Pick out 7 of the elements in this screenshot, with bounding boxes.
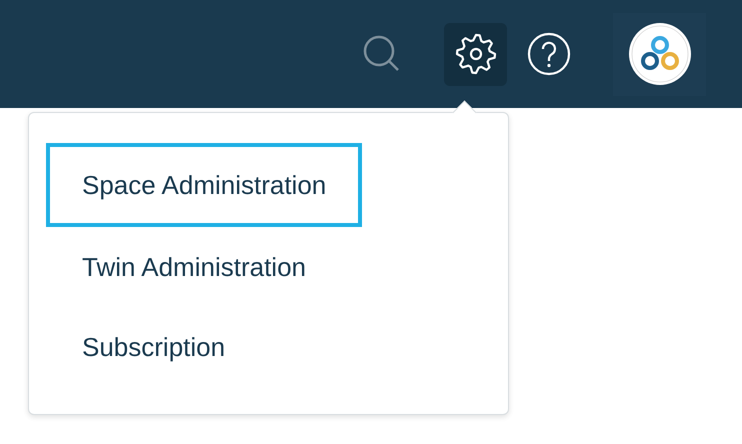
menu-item[interactable]: Space Administration — [46, 143, 362, 227]
help-icon — [527, 32, 571, 76]
settings-button[interactable] — [444, 22, 507, 86]
logo-icon — [628, 22, 692, 86]
menu-item[interactable]: Twin Administration — [46, 227, 342, 307]
menu-item[interactable]: Subscription — [46, 307, 262, 387]
profile-button[interactable] — [613, 12, 706, 96]
